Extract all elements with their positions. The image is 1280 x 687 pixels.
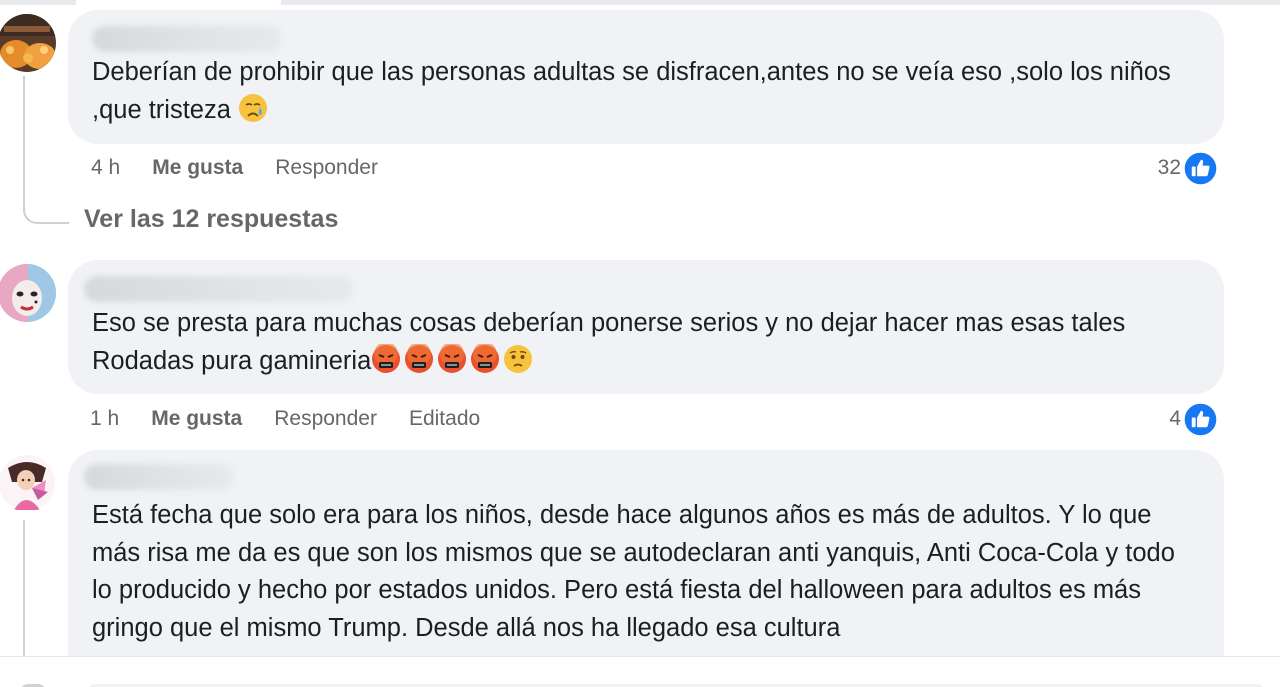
comment-timestamp[interactable]: 1 h [90, 407, 119, 431]
comment-bubble: Está fecha que solo era para los niños, … [68, 450, 1224, 687]
comment-bubble: Eso se presta para muchas cosas deberían… [68, 260, 1224, 394]
comment-timestamp[interactable]: 4 h [91, 156, 120, 180]
thread-line-curve [23, 190, 69, 224]
comment-text: Está fecha que solo era para los niños, … [92, 501, 1182, 642]
avatar[interactable] [0, 14, 56, 72]
edited-label[interactable]: Editado [409, 407, 480, 431]
like-button[interactable]: Me gusta [151, 407, 242, 431]
reply-button[interactable]: Responder [274, 407, 377, 431]
author-name-redacted[interactable] [92, 26, 282, 52]
reaction-count: 32 [1157, 156, 1181, 179]
avatar[interactable] [0, 264, 56, 322]
swearing-face-icon [470, 343, 500, 374]
reaction-summary[interactable]: 32 [1158, 150, 1218, 186]
crying-face-icon [238, 93, 268, 123]
comment-composer-bar [0, 656, 1280, 687]
swearing-face-icon [371, 343, 401, 374]
comment-actions: 1 h Me gusta Responder Editado [90, 404, 480, 434]
reaction-count: 4 [1169, 407, 1181, 430]
swearing-face-icon [404, 343, 434, 374]
reaction-summary[interactable]: 4 [1169, 401, 1218, 437]
reply-button[interactable]: Responder [275, 156, 378, 180]
comment-actions: 4 h Me gusta Responder [91, 153, 410, 183]
author-name-redacted[interactable] [84, 276, 354, 302]
thread-line [23, 76, 25, 192]
top-divider [0, 0, 1280, 5]
thumbs-up-icon [1183, 150, 1218, 186]
author-name-redacted[interactable] [84, 464, 234, 490]
comments-section: Deberían de prohibir que las personas ad… [0, 0, 1280, 687]
like-button[interactable]: Me gusta [152, 156, 243, 180]
thumbs-up-icon [1183, 401, 1218, 437]
view-replies-link[interactable]: Ver las 12 respuestas [84, 205, 338, 234]
comment-bubble: Deberían de prohibir que las personas ad… [68, 10, 1224, 144]
comment-text: Deberían de prohibir que las personas ad… [92, 58, 1178, 124]
avatar[interactable] [0, 454, 56, 512]
comment-text: Eso se presta para muchas cosas deberían… [92, 309, 1133, 375]
swearing-face-icon [437, 343, 467, 374]
worried-face-icon [503, 344, 533, 374]
thread-line [23, 520, 25, 660]
